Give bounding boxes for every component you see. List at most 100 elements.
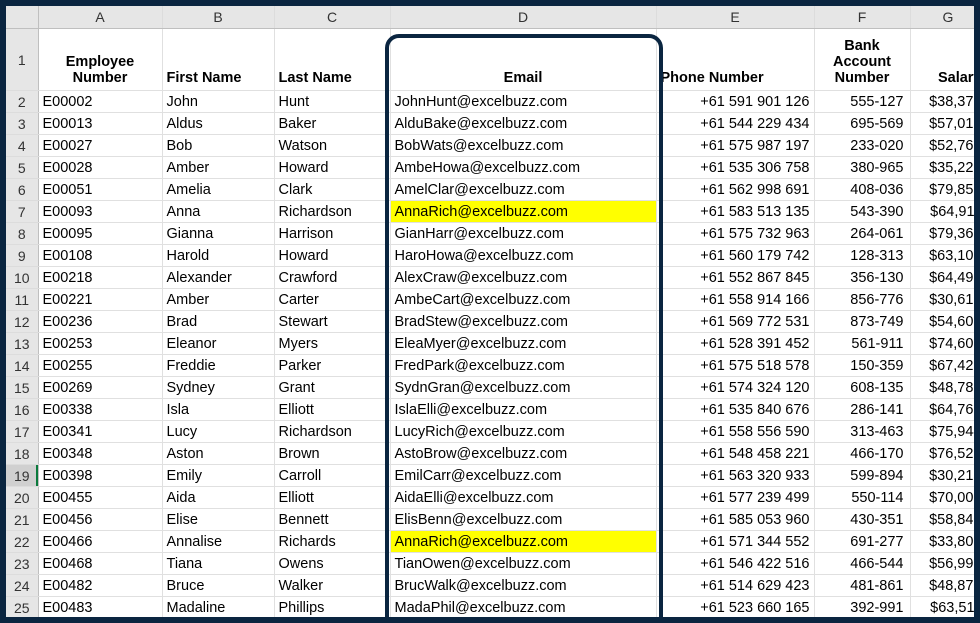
cell-B15[interactable]: Sydney (162, 377, 274, 399)
cell-G23[interactable]: $56,997 (910, 553, 980, 575)
row-header-16[interactable]: 16 (6, 399, 38, 421)
cell-A4[interactable]: E00027 (38, 135, 162, 157)
cell-F18[interactable]: 466-170 (814, 443, 910, 465)
cell-E19[interactable]: +61 563 320 933 (656, 465, 814, 487)
column-header-row[interactable]: A B C D E F G (6, 6, 980, 29)
cell-B11[interactable]: Amber (162, 289, 274, 311)
cell-C11[interactable]: Carter (274, 289, 390, 311)
cell-C22[interactable]: Richards (274, 531, 390, 553)
row-header-12[interactable]: 12 (6, 311, 38, 333)
cell-F10[interactable]: 356-130 (814, 267, 910, 289)
cell-G6[interactable]: $79,855 (910, 179, 980, 201)
spreadsheet-grid[interactable]: A B C D E F G 1 EmployeeNumber First Nam… (6, 6, 980, 619)
cell-F21[interactable]: 430-351 (814, 509, 910, 531)
cell-A8[interactable]: E00095 (38, 223, 162, 245)
row-header-14[interactable]: 14 (6, 355, 38, 377)
cell-D11[interactable]: AmbeCart@excelbuzz.com (390, 289, 656, 311)
header-last-name[interactable]: Last Name (274, 29, 390, 91)
cell-C8[interactable]: Harrison (274, 223, 390, 245)
cell-F13[interactable]: 561-911 (814, 333, 910, 355)
cell-C18[interactable]: Brown (274, 443, 390, 465)
cell-G13[interactable]: $74,606 (910, 333, 980, 355)
cell-E3[interactable]: +61 544 229 434 (656, 113, 814, 135)
cell-F25[interactable]: 392-991 (814, 597, 910, 619)
cell-E2[interactable]: +61 591 901 126 (656, 91, 814, 113)
cell-B16[interactable]: Isla (162, 399, 274, 421)
cell-A5[interactable]: E00028 (38, 157, 162, 179)
cell-C16[interactable]: Elliott (274, 399, 390, 421)
cell-A17[interactable]: E00341 (38, 421, 162, 443)
cell-C20[interactable]: Elliott (274, 487, 390, 509)
header-email[interactable]: Email (390, 29, 656, 91)
cell-F16[interactable]: 286-141 (814, 399, 910, 421)
cell-B9[interactable]: Harold (162, 245, 274, 267)
cell-B23[interactable]: Tiana (162, 553, 274, 575)
cell-A3[interactable]: E00013 (38, 113, 162, 135)
cell-B2[interactable]: John (162, 91, 274, 113)
cell-A20[interactable]: E00455 (38, 487, 162, 509)
cell-B20[interactable]: Aida (162, 487, 274, 509)
col-header-F[interactable]: F (814, 6, 910, 29)
cell-A2[interactable]: E00002 (38, 91, 162, 113)
row-header-5[interactable]: 5 (6, 157, 38, 179)
cell-D23[interactable]: TianOwen@excelbuzz.com (390, 553, 656, 575)
cell-A16[interactable]: E00338 (38, 399, 162, 421)
cell-D2[interactable]: JohnHunt@excelbuzz.com (390, 91, 656, 113)
cell-B17[interactable]: Lucy (162, 421, 274, 443)
cell-D12[interactable]: BradStew@excelbuzz.com (390, 311, 656, 333)
header-phone-number[interactable]: Phone Number (656, 29, 814, 91)
cell-D21[interactable]: ElisBenn@excelbuzz.com (390, 509, 656, 531)
cell-F20[interactable]: 550-114 (814, 487, 910, 509)
cell-G17[interactable]: $75,944 (910, 421, 980, 443)
cell-E10[interactable]: +61 552 867 845 (656, 267, 814, 289)
cell-A25[interactable]: E00483 (38, 597, 162, 619)
cell-E12[interactable]: +61 569 772 531 (656, 311, 814, 333)
cell-B19[interactable]: Emily (162, 465, 274, 487)
cell-D6[interactable]: AmelClar@excelbuzz.com (390, 179, 656, 201)
cell-A9[interactable]: E00108 (38, 245, 162, 267)
cell-A14[interactable]: E00255 (38, 355, 162, 377)
cell-C4[interactable]: Watson (274, 135, 390, 157)
header-bank-account[interactable]: BankAccountNumber (814, 29, 910, 91)
cell-B10[interactable]: Alexander (162, 267, 274, 289)
row-header-13[interactable]: 13 (6, 333, 38, 355)
cell-D25[interactable]: MadaPhil@excelbuzz.com (390, 597, 656, 619)
cell-A18[interactable]: E00348 (38, 443, 162, 465)
cell-E16[interactable]: +61 535 840 676 (656, 399, 814, 421)
cell-B14[interactable]: Freddie (162, 355, 274, 377)
cell-A22[interactable]: E00466 (38, 531, 162, 553)
cell-G12[interactable]: $54,602 (910, 311, 980, 333)
cell-A23[interactable]: E00468 (38, 553, 162, 575)
cell-A15[interactable]: E00269 (38, 377, 162, 399)
row-header-8[interactable]: 8 (6, 223, 38, 245)
cell-A6[interactable]: E00051 (38, 179, 162, 201)
col-header-D[interactable]: D (390, 6, 656, 29)
cell-C24[interactable]: Walker (274, 575, 390, 597)
cell-C15[interactable]: Grant (274, 377, 390, 399)
row-header-4[interactable]: 4 (6, 135, 38, 157)
cell-G19[interactable]: $30,213 (910, 465, 980, 487)
cell-F7[interactable]: 543-390 (814, 201, 910, 223)
cell-F6[interactable]: 408-036 (814, 179, 910, 201)
col-header-G[interactable]: G (910, 6, 980, 29)
cell-E14[interactable]: +61 575 518 578 (656, 355, 814, 377)
cell-B7[interactable]: Anna (162, 201, 274, 223)
cell-D14[interactable]: FredPark@excelbuzz.com (390, 355, 656, 377)
cell-G24[interactable]: $48,870 (910, 575, 980, 597)
row-header-25[interactable]: 25 (6, 597, 38, 619)
cell-G9[interactable]: $63,106 (910, 245, 980, 267)
cell-C25[interactable]: Phillips (274, 597, 390, 619)
cell-G18[interactable]: $76,525 (910, 443, 980, 465)
cell-A13[interactable]: E00253 (38, 333, 162, 355)
cell-B24[interactable]: Bruce (162, 575, 274, 597)
cell-B3[interactable]: Aldus (162, 113, 274, 135)
cell-D3[interactable]: AlduBake@excelbuzz.com (390, 113, 656, 135)
header-salary[interactable]: Salary (910, 29, 980, 91)
col-header-A[interactable]: A (38, 6, 162, 29)
row-header-9[interactable]: 9 (6, 245, 38, 267)
cell-C2[interactable]: Hunt (274, 91, 390, 113)
cell-A10[interactable]: E00218 (38, 267, 162, 289)
cell-F23[interactable]: 466-544 (814, 553, 910, 575)
cell-E8[interactable]: +61 575 732 963 (656, 223, 814, 245)
cell-A11[interactable]: E00221 (38, 289, 162, 311)
